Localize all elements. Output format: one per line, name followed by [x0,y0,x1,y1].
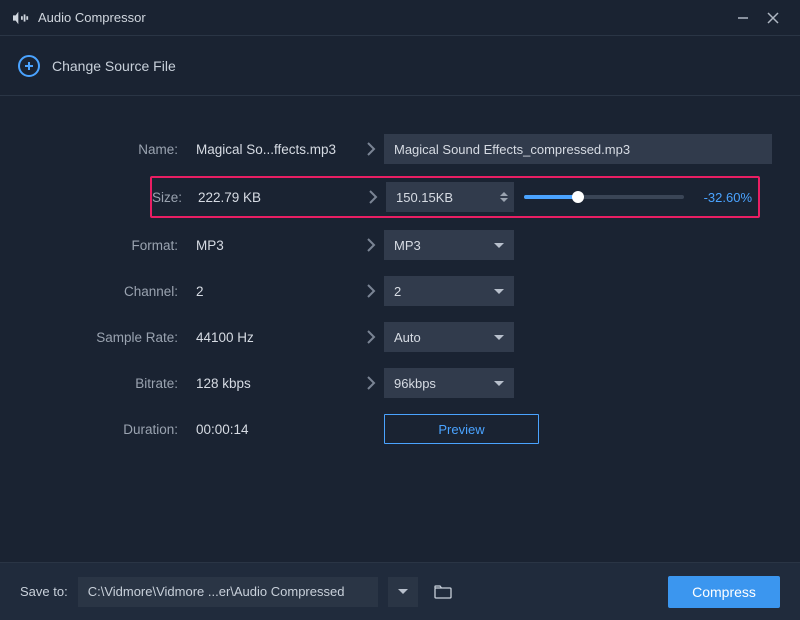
size-slider[interactable] [524,195,684,199]
size-reduction-pct: -32.60% [694,190,752,205]
label-bitrate: Bitrate: [20,376,190,391]
label-duration: Duration: [20,422,190,437]
save-path-dropdown[interactable] [388,577,418,607]
open-folder-button[interactable] [428,577,458,607]
change-source-bar[interactable]: Change Source File [0,36,800,96]
content-area: Name: Magical So...ffects.mp3 Size: 222.… [0,96,800,562]
source-bitrate: 128 kbps [190,376,358,391]
row-size: Size: 222.79 KB 150.15KB -32.60% [150,176,760,218]
arrow-icon [358,141,384,157]
save-path-field[interactable]: C:\Vidmore\Vidmore ...er\Audio Compresse… [78,577,378,607]
label-format: Format: [20,238,190,253]
plus-circle-icon [18,55,40,77]
source-channel: 2 [190,284,358,299]
chevron-down-icon [494,243,504,248]
preview-button[interactable]: Preview [384,414,539,444]
target-name-input[interactable] [384,134,772,164]
label-name: Name: [20,142,190,157]
format-dropdown[interactable]: MP3 [384,230,514,260]
footer: Save to: C:\Vidmore\Vidmore ...er\Audio … [0,562,800,620]
row-format: Format: MP3 MP3 [20,222,780,268]
label-size: Size: [152,190,192,205]
channel-dropdown[interactable]: 2 [384,276,514,306]
arrow-icon [360,189,386,205]
stepper-up-icon[interactable] [500,192,508,196]
source-sample-rate: 44100 Hz [190,330,358,345]
row-name: Name: Magical So...ffects.mp3 [20,126,780,172]
row-duration: Duration: 00:00:14 Preview [20,406,780,452]
source-duration: 00:00:14 [190,422,358,437]
row-sample-rate: Sample Rate: 44100 Hz Auto [20,314,780,360]
app-title: Audio Compressor [38,10,146,25]
bitrate-value: 96kbps [394,376,494,391]
titlebar: Audio Compressor [0,0,800,36]
sample-rate-value: Auto [394,330,494,345]
chevron-down-icon [398,589,408,594]
chevron-down-icon [494,289,504,294]
source-size: 222.79 KB [192,190,360,205]
channel-value: 2 [394,284,494,299]
bitrate-dropdown[interactable]: 96kbps [384,368,514,398]
folder-icon [434,585,452,599]
arrow-icon [358,237,384,253]
slider-thumb[interactable] [572,191,584,203]
target-size-stepper[interactable]: 150.15KB [386,182,514,212]
label-channel: Channel: [20,284,190,299]
app-icon [12,10,30,26]
sample-rate-dropdown[interactable]: Auto [384,322,514,352]
format-value: MP3 [394,238,494,253]
source-format: MP3 [190,238,358,253]
change-source-label: Change Source File [52,58,176,74]
chevron-down-icon [494,335,504,340]
chevron-down-icon [494,381,504,386]
row-channel: Channel: 2 2 [20,268,780,314]
source-name: Magical So...ffects.mp3 [190,142,358,157]
arrow-icon [358,329,384,345]
arrow-icon [358,283,384,299]
minimize-button[interactable] [728,3,758,33]
save-to-label: Save to: [20,584,68,599]
stepper-down-icon[interactable] [500,198,508,202]
row-bitrate: Bitrate: 128 kbps 96kbps [20,360,780,406]
close-button[interactable] [758,3,788,33]
compress-button[interactable]: Compress [668,576,780,608]
label-sample-rate: Sample Rate: [20,330,190,345]
arrow-icon [358,375,384,391]
target-size-value: 150.15KB [396,190,500,205]
save-path-value: C:\Vidmore\Vidmore ...er\Audio Compresse… [88,584,345,599]
